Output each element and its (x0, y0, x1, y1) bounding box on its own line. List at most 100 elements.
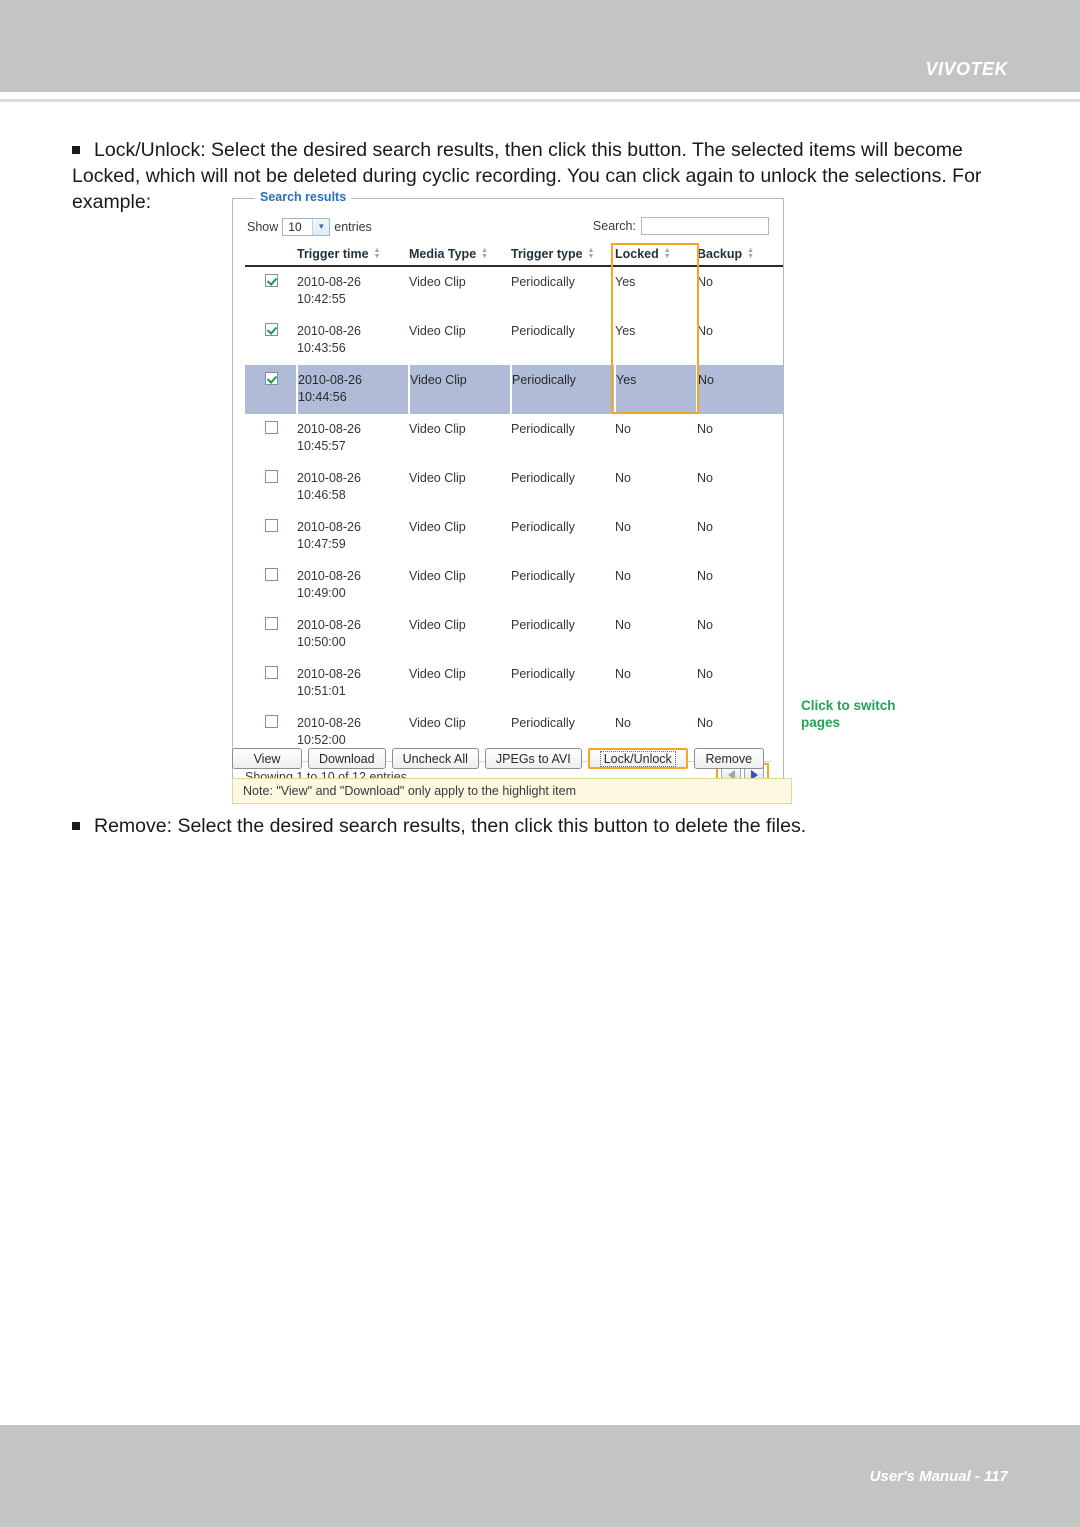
cell-trigger-type: Periodically (511, 471, 575, 485)
column-header-checkbox (245, 245, 297, 267)
sort-icon: ▲ ▼ (587, 247, 595, 260)
chevron-down-icon: ▼ (312, 219, 330, 235)
cell-locked: No (615, 618, 631, 632)
checkbox-unchecked-icon[interactable] (265, 421, 278, 434)
row-checkbox-cell[interactable] (245, 266, 297, 316)
row-checkbox-cell[interactable] (245, 659, 297, 708)
sort-icon: ▲ ▼ (663, 247, 671, 260)
cell-trigger-time: 2010-08-26 10:47:59 (297, 512, 409, 561)
table-row[interactable]: 2010-08-26 10:42:55 Video Clip Periodically… (245, 266, 783, 316)
column-header-trigger-time[interactable]: Trigger time ▲ ▼ (297, 245, 409, 267)
cell-backup: No (697, 365, 783, 414)
search-results-panel: Search results Show 10 ▼ entries Search: (232, 190, 784, 804)
remove-button[interactable]: Remove (693, 748, 764, 769)
trigger-date: 2010-08-26 (297, 667, 361, 681)
download-button[interactable]: Download (308, 748, 386, 769)
note-bar: Note: "View" and "Download" only apply t… (232, 778, 792, 804)
cell-media-type: Video Clip (409, 569, 466, 583)
column-header-media-type[interactable]: Media Type ▲ ▼ (409, 245, 511, 267)
column-header-locked[interactable]: Locked ▲ ▼ (615, 245, 697, 267)
trigger-date: 2010-08-26 (297, 471, 361, 485)
row-checkbox-cell[interactable] (245, 365, 298, 414)
callout-click-to-switch-pages: Click to switch pages (801, 698, 896, 730)
checkbox-unchecked-icon[interactable] (265, 568, 278, 581)
cell-media-type: Video Clip (409, 324, 466, 338)
table-row[interactable]: 2010-08-26 10:49:00 Video Clip Periodically… (245, 561, 783, 610)
cell-trigger-type: Periodically (511, 520, 575, 534)
view-button[interactable]: View (232, 748, 302, 769)
table-row[interactable]: 2010-08-26 10:47:59 Video Clip Periodically… (245, 512, 783, 561)
cell-trigger-time: 2010-08-26 10:43:56 (297, 316, 409, 365)
trigger-date: 2010-08-26 (297, 324, 361, 338)
column-header-trigger-type[interactable]: Trigger type ▲ ▼ (511, 245, 615, 267)
table-row[interactable]: 2010-08-26 10:46:58 Video Clip Periodically… (245, 463, 783, 512)
checkbox-unchecked-icon[interactable] (265, 519, 278, 532)
cell-backup: No (697, 520, 713, 534)
entries-label: entries (334, 220, 372, 234)
button-label: Remove (705, 751, 753, 766)
lock-unlock-button[interactable]: Lock/Unlock (587, 748, 688, 769)
cell-trigger-type: Periodically (511, 667, 575, 681)
entries-per-page-select[interactable]: 10 ▼ (282, 218, 331, 236)
table-toolbar: Show 10 ▼ entries Search: (245, 217, 771, 239)
column-header-trigger-time-label: Trigger time (297, 247, 369, 261)
trigger-time: 10:43:56 (297, 341, 346, 355)
row-checkbox-cell[interactable] (245, 512, 297, 561)
search-label: Search: (592, 219, 636, 233)
panel-legend: Search results (255, 190, 352, 204)
cell-trigger-time: 2010-08-26 10:50:00 (297, 610, 409, 659)
sort-icon: ▲ ▼ (373, 247, 381, 260)
cell-trigger-type: Periodically (511, 324, 575, 338)
cell-backup: No (697, 422, 713, 436)
cell-media-type: Video Clip (409, 422, 466, 436)
table-row[interactable]: 2010-08-26 10:43:56 Video Clip Periodically… (245, 316, 783, 365)
uncheck-all-button[interactable]: Uncheck All (391, 748, 479, 769)
cell-trigger-type: Periodically (511, 422, 575, 436)
cell-media-type: Video Clip (409, 667, 466, 681)
cell-trigger-time: 2010-08-26 10:49:00 (297, 561, 409, 610)
cell-media-type: Video Clip (409, 471, 466, 485)
search-control: Search: (593, 217, 769, 235)
row-checkbox-cell[interactable] (245, 316, 297, 365)
row-checkbox-cell[interactable] (245, 463, 297, 512)
button-label: Uncheck All (402, 751, 468, 766)
cell-backup: No (697, 618, 713, 632)
jpegs-to-avi-button[interactable]: JPEGs to AVI (484, 748, 582, 769)
cell-trigger-time: 2010-08-26 10:42:55 (297, 266, 409, 316)
trigger-time: 10:51:01 (297, 684, 346, 698)
trigger-date: 2010-08-26 (298, 373, 362, 387)
checkbox-checked-icon[interactable] (265, 274, 278, 287)
checkbox-unchecked-icon[interactable] (265, 666, 278, 679)
table-row[interactable]: 2010-08-26 10:45:57 Video Clip Periodically… (245, 414, 783, 463)
table-row[interactable]: 2010-08-26 10:51:01 Video Clip Periodically… (245, 659, 783, 708)
cell-media-type: Video Clip (409, 275, 466, 289)
table-row[interactable]: 2010-08-26 10:50:00 Video Clip Periodically… (245, 610, 783, 659)
trigger-date: 2010-08-26 (297, 422, 361, 436)
row-checkbox-cell[interactable] (245, 414, 297, 463)
checkbox-unchecked-icon[interactable] (265, 617, 278, 630)
bullet-square-icon (72, 146, 80, 154)
button-label: JPEGs to AVI (495, 751, 571, 766)
search-input[interactable] (641, 217, 769, 235)
cell-trigger-type: Periodically (511, 569, 575, 583)
cell-backup: No (697, 569, 713, 583)
row-checkbox-cell[interactable] (245, 561, 297, 610)
table-body: 2010-08-26 10:42:55 Video Clip Periodically… (245, 266, 783, 757)
table-row[interactable]: 2010-08-26 10:44:56 Video Clip Periodically… (245, 365, 783, 414)
cell-trigger-type: Periodically (511, 618, 575, 632)
show-label: Show (247, 220, 279, 234)
cell-locked: Yes (615, 365, 698, 414)
checkbox-checked-icon[interactable] (265, 323, 278, 336)
trigger-time: 10:46:58 (297, 488, 346, 502)
column-header-locked-label: Locked (615, 247, 659, 261)
vivotek-logo: VIVOTEK (925, 59, 1008, 79)
checkbox-unchecked-icon[interactable] (265, 715, 278, 728)
checkbox-unchecked-icon[interactable] (265, 470, 278, 483)
show-entries-control: Show 10 ▼ entries (247, 217, 372, 237)
action-button-row: View Download Uncheck All JPEGs to AVI Lock/… (232, 748, 764, 769)
row-checkbox-cell[interactable] (245, 610, 297, 659)
column-header-backup[interactable]: Backup ▲ ▼ (697, 245, 783, 267)
cell-backup: No (697, 324, 713, 338)
checkbox-checked-icon[interactable] (265, 372, 278, 385)
cell-locked: Yes (615, 275, 636, 289)
